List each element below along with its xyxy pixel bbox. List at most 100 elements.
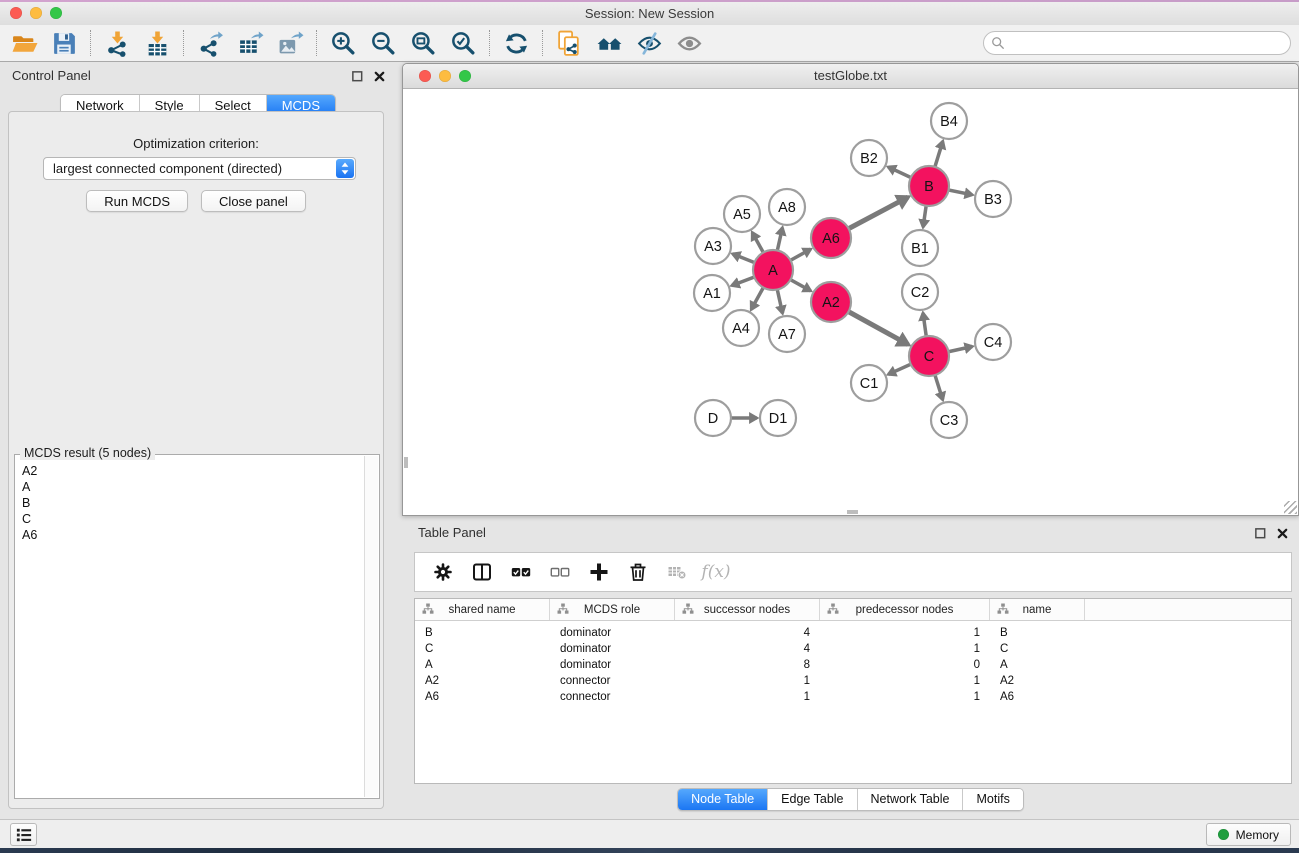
- graph-node-B[interactable]: B: [909, 166, 949, 206]
- close-table-panel-icon[interactable]: [1275, 526, 1289, 540]
- table-cell[interactable]: A2: [990, 673, 1085, 689]
- table-row[interactable]: A2connector11A2: [415, 673, 1291, 689]
- column-header-predecessor-nodes[interactable]: predecessor nodes: [820, 599, 990, 620]
- graph-node-B2[interactable]: B2: [851, 140, 887, 176]
- table-cell[interactable]: connector: [550, 689, 675, 705]
- graph-node-C[interactable]: C: [909, 336, 949, 376]
- save-session-button[interactable]: [48, 27, 80, 59]
- network-close-icon[interactable]: [419, 70, 431, 82]
- delete-column-button[interactable]: [627, 561, 649, 583]
- mcds-result-scrollbar[interactable]: [364, 456, 378, 797]
- mcds-result-item[interactable]: C: [22, 511, 364, 527]
- import-network-button[interactable]: [101, 27, 133, 59]
- show-all-button[interactable]: [673, 27, 705, 59]
- table-cell[interactable]: dominator: [550, 641, 675, 657]
- graph-node-B4[interactable]: B4: [931, 103, 967, 139]
- column-header-name[interactable]: name: [990, 599, 1085, 620]
- table-cell[interactable]: 8: [675, 657, 820, 673]
- network-canvas[interactable]: B4B2BB3A5A8A6B1A3AC2A1A2A4A7C4CC1C3DD1: [403, 89, 1298, 515]
- criterion-dropdown[interactable]: largest connected component (directed): [43, 157, 356, 180]
- memory-button[interactable]: Memory: [1206, 823, 1291, 846]
- mcds-result-item[interactable]: B: [22, 495, 364, 511]
- float-panel-icon[interactable]: [350, 69, 364, 83]
- import-table-button[interactable]: [141, 27, 173, 59]
- first-neighbors-button[interactable]: [593, 27, 625, 59]
- zoom-in-button[interactable]: [327, 27, 359, 59]
- deselect-all-button[interactable]: [549, 561, 571, 583]
- table-cell[interactable]: B: [990, 625, 1085, 641]
- export-table-button[interactable]: [234, 27, 266, 59]
- graph-node-A6[interactable]: A6: [811, 218, 851, 258]
- mcds-result-item[interactable]: A6: [22, 527, 364, 543]
- graph-node-A3[interactable]: A3: [695, 228, 731, 264]
- close-panel-button[interactable]: Close panel: [201, 190, 306, 212]
- graph-node-C1[interactable]: C1: [851, 365, 887, 401]
- table-cell[interactable]: 4: [675, 641, 820, 657]
- graph-node-B3[interactable]: B3: [975, 181, 1011, 217]
- gear-button[interactable]: [432, 561, 454, 583]
- graph-node-C3[interactable]: C3: [931, 402, 967, 438]
- float-table-panel-icon[interactable]: [1253, 526, 1267, 540]
- column-header-mcds-role[interactable]: MCDS role: [550, 599, 675, 620]
- graph-node-B1[interactable]: B1: [902, 230, 938, 266]
- graph-node-A4[interactable]: A4: [723, 310, 759, 346]
- close-panel-icon[interactable]: [372, 69, 386, 83]
- mcds-result-item[interactable]: A2: [22, 463, 364, 479]
- graph-node-C4[interactable]: C4: [975, 324, 1011, 360]
- table-cell[interactable]: 1: [820, 673, 990, 689]
- task-history-button[interactable]: [10, 823, 37, 846]
- network-minimize-icon[interactable]: [439, 70, 451, 82]
- zoom-out-button[interactable]: [367, 27, 399, 59]
- table-row[interactable]: Bdominator41B: [415, 625, 1291, 641]
- table-row[interactable]: A6connector11A6: [415, 689, 1291, 705]
- table-cell[interactable]: A2: [415, 673, 550, 689]
- close-window-icon[interactable]: [10, 7, 22, 19]
- table-cell[interactable]: 1: [820, 689, 990, 705]
- add-column-button[interactable]: [588, 561, 610, 583]
- new-network-from-selection-button[interactable]: [553, 27, 585, 59]
- table-cell[interactable]: A6: [990, 689, 1085, 705]
- table-cell[interactable]: B: [415, 625, 550, 641]
- table-cell[interactable]: dominator: [550, 657, 675, 673]
- table-cell[interactable]: 1: [675, 673, 820, 689]
- table-cell[interactable]: 1: [675, 689, 820, 705]
- table-cell[interactable]: C: [415, 641, 550, 657]
- refresh-layout-button[interactable]: [500, 27, 532, 59]
- table-row[interactable]: Adominator80A: [415, 657, 1291, 673]
- tab-edge-table[interactable]: Edge Table: [768, 789, 857, 810]
- split-panel-button[interactable]: [471, 561, 493, 583]
- table-cell[interactable]: 0: [820, 657, 990, 673]
- zoom-window-icon[interactable]: [50, 7, 62, 19]
- table-cell[interactable]: connector: [550, 673, 675, 689]
- open-file-button[interactable]: [8, 27, 40, 59]
- column-header-successor-nodes[interactable]: successor nodes: [675, 599, 820, 620]
- graph-node-A1[interactable]: A1: [694, 275, 730, 311]
- column-header-shared-name[interactable]: shared name: [415, 599, 550, 620]
- minimize-window-icon[interactable]: [30, 7, 42, 19]
- graph-node-A8[interactable]: A8: [769, 189, 805, 225]
- export-network-button[interactable]: [194, 27, 226, 59]
- tab-network-table[interactable]: Network Table: [858, 789, 964, 810]
- graph-node-C2[interactable]: C2: [902, 274, 938, 310]
- table-row[interactable]: Cdominator41C: [415, 641, 1291, 657]
- hide-selected-button[interactable]: [633, 27, 665, 59]
- window-resize-grip-icon[interactable]: [1284, 501, 1297, 514]
- graph-node-A2[interactable]: A2: [811, 282, 851, 322]
- table-cell[interactable]: A6: [415, 689, 550, 705]
- graph-node-D1[interactable]: D1: [760, 400, 796, 436]
- table-cell[interactable]: 4: [675, 625, 820, 641]
- table-cell[interactable]: 1: [820, 641, 990, 657]
- zoom-selected-button[interactable]: [447, 27, 479, 59]
- graph-node-A7[interactable]: A7: [769, 316, 805, 352]
- tab-motifs[interactable]: Motifs: [963, 789, 1022, 810]
- table-cell[interactable]: dominator: [550, 625, 675, 641]
- graph-node-A[interactable]: A: [753, 250, 793, 290]
- table-cell[interactable]: C: [990, 641, 1085, 657]
- network-zoom-icon[interactable]: [459, 70, 471, 82]
- tab-node-table[interactable]: Node Table: [678, 789, 768, 810]
- mcds-result-item[interactable]: A: [22, 479, 364, 495]
- table-cell[interactable]: 1: [820, 625, 990, 641]
- zoom-fit-button[interactable]: [407, 27, 439, 59]
- run-mcds-button[interactable]: Run MCDS: [86, 190, 188, 212]
- graph-node-A5[interactable]: A5: [724, 196, 760, 232]
